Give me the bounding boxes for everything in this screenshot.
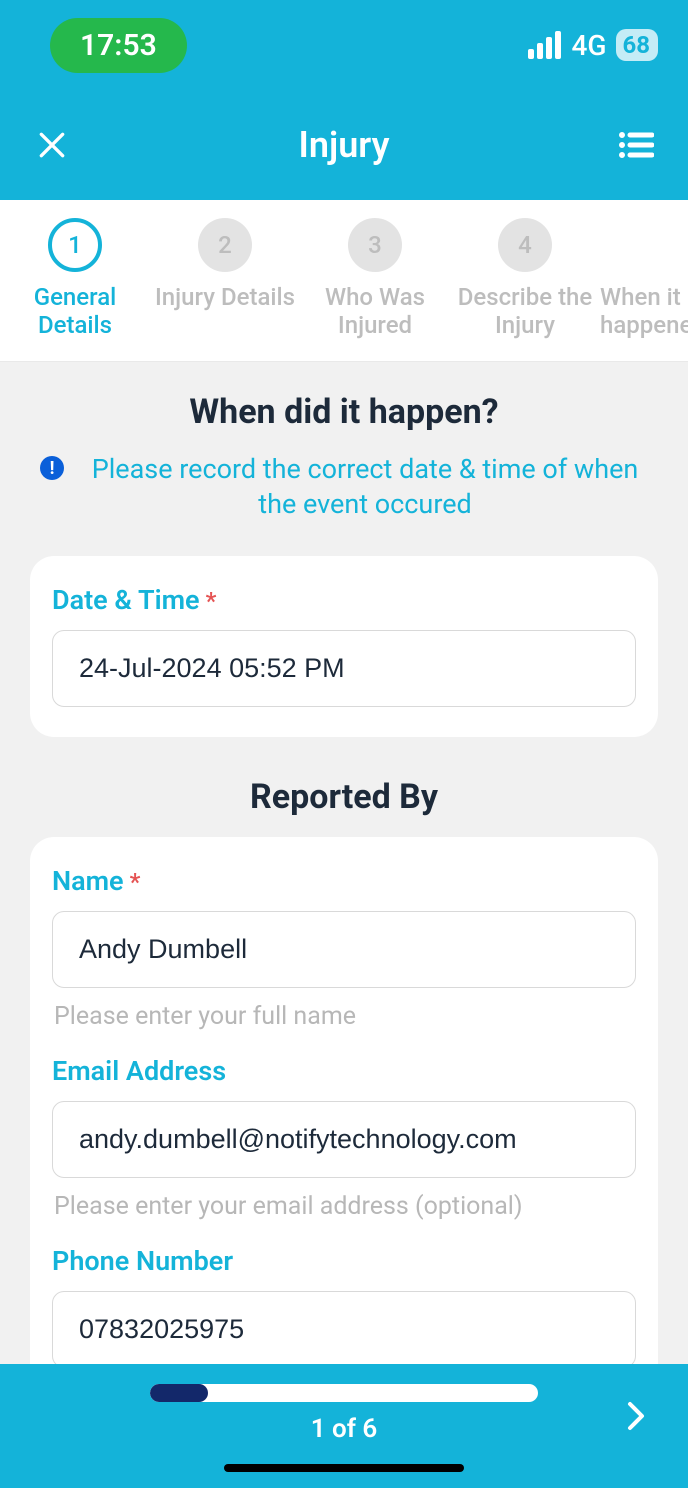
close-button[interactable] bbox=[30, 123, 74, 167]
status-time: 17:53 bbox=[50, 18, 187, 73]
info-icon: ! bbox=[40, 456, 64, 480]
signal-icon bbox=[528, 31, 561, 59]
footer-bar: 1 of 6 bbox=[0, 1364, 688, 1488]
content-area: When did it happen? ! Please record the … bbox=[0, 362, 688, 1388]
step-number: 1 bbox=[48, 218, 102, 272]
date-time-field: Date & Time* bbox=[52, 584, 636, 707]
email-helper: Please enter your email address (optiona… bbox=[54, 1192, 634, 1221]
name-input[interactable] bbox=[52, 911, 636, 988]
date-time-input[interactable] bbox=[52, 630, 636, 707]
home-indicator bbox=[224, 1464, 464, 1472]
step-label: General Details bbox=[0, 284, 150, 339]
info-row: ! Please record the correct date & time … bbox=[0, 452, 688, 522]
step-who-was-injured[interactable]: 3 Who Was Injured bbox=[300, 218, 450, 339]
step-describe-injury[interactable]: 4 Describe the Injury bbox=[450, 218, 600, 339]
page-indicator: 1 of 6 bbox=[30, 1414, 658, 1444]
status-bar: 17:53 4G 68 bbox=[0, 0, 688, 90]
list-icon bbox=[618, 130, 654, 160]
phone-input[interactable] bbox=[52, 1291, 636, 1368]
progress-bar bbox=[150, 1384, 538, 1402]
battery-icon: 68 bbox=[616, 29, 658, 61]
step-label: Who Was Injured bbox=[300, 284, 450, 339]
network-label: 4G bbox=[571, 29, 606, 62]
step-number: 4 bbox=[498, 218, 552, 272]
status-right: 4G 68 bbox=[528, 29, 658, 62]
app-header: Injury bbox=[0, 90, 688, 200]
step-label: When it happened bbox=[600, 284, 688, 339]
next-button[interactable] bbox=[624, 1396, 648, 1440]
email-label: Email Address bbox=[52, 1055, 636, 1087]
step-number: 3 bbox=[348, 218, 402, 272]
name-label: Name* bbox=[52, 865, 636, 897]
step-label: Injury Details bbox=[155, 284, 295, 312]
step-number: 2 bbox=[198, 218, 252, 272]
step-injury-details[interactable]: 2 Injury Details bbox=[150, 218, 300, 339]
phone-label: Phone Number bbox=[52, 1245, 636, 1277]
close-icon bbox=[36, 129, 68, 161]
date-time-card: Date & Time* bbox=[30, 556, 658, 737]
section-heading-when: When did it happen? bbox=[0, 392, 688, 432]
progress-fill bbox=[150, 1384, 208, 1402]
name-helper: Please enter your full name bbox=[54, 1002, 634, 1031]
menu-button[interactable] bbox=[614, 123, 658, 167]
date-time-label: Date & Time* bbox=[52, 584, 636, 616]
email-field: Email Address Please enter your email ad… bbox=[52, 1055, 636, 1221]
name-field: Name* Please enter your full name bbox=[52, 865, 636, 1031]
email-input[interactable] bbox=[52, 1101, 636, 1178]
step-when-happened[interactable]: When it happened bbox=[600, 218, 688, 339]
phone-field: Phone Number bbox=[52, 1245, 636, 1368]
chevron-right-icon bbox=[624, 1396, 648, 1436]
section-heading-reported-by: Reported By bbox=[0, 777, 688, 817]
page-title: Injury bbox=[299, 124, 390, 166]
info-text: Please record the correct date & time of… bbox=[82, 452, 648, 522]
stepper: 1 General Details 2 Injury Details 3 Who… bbox=[0, 200, 688, 362]
reported-by-card: Name* Please enter your full name Email … bbox=[30, 837, 658, 1388]
step-general-details[interactable]: 1 General Details bbox=[0, 218, 150, 339]
step-label: Describe the Injury bbox=[450, 284, 600, 339]
